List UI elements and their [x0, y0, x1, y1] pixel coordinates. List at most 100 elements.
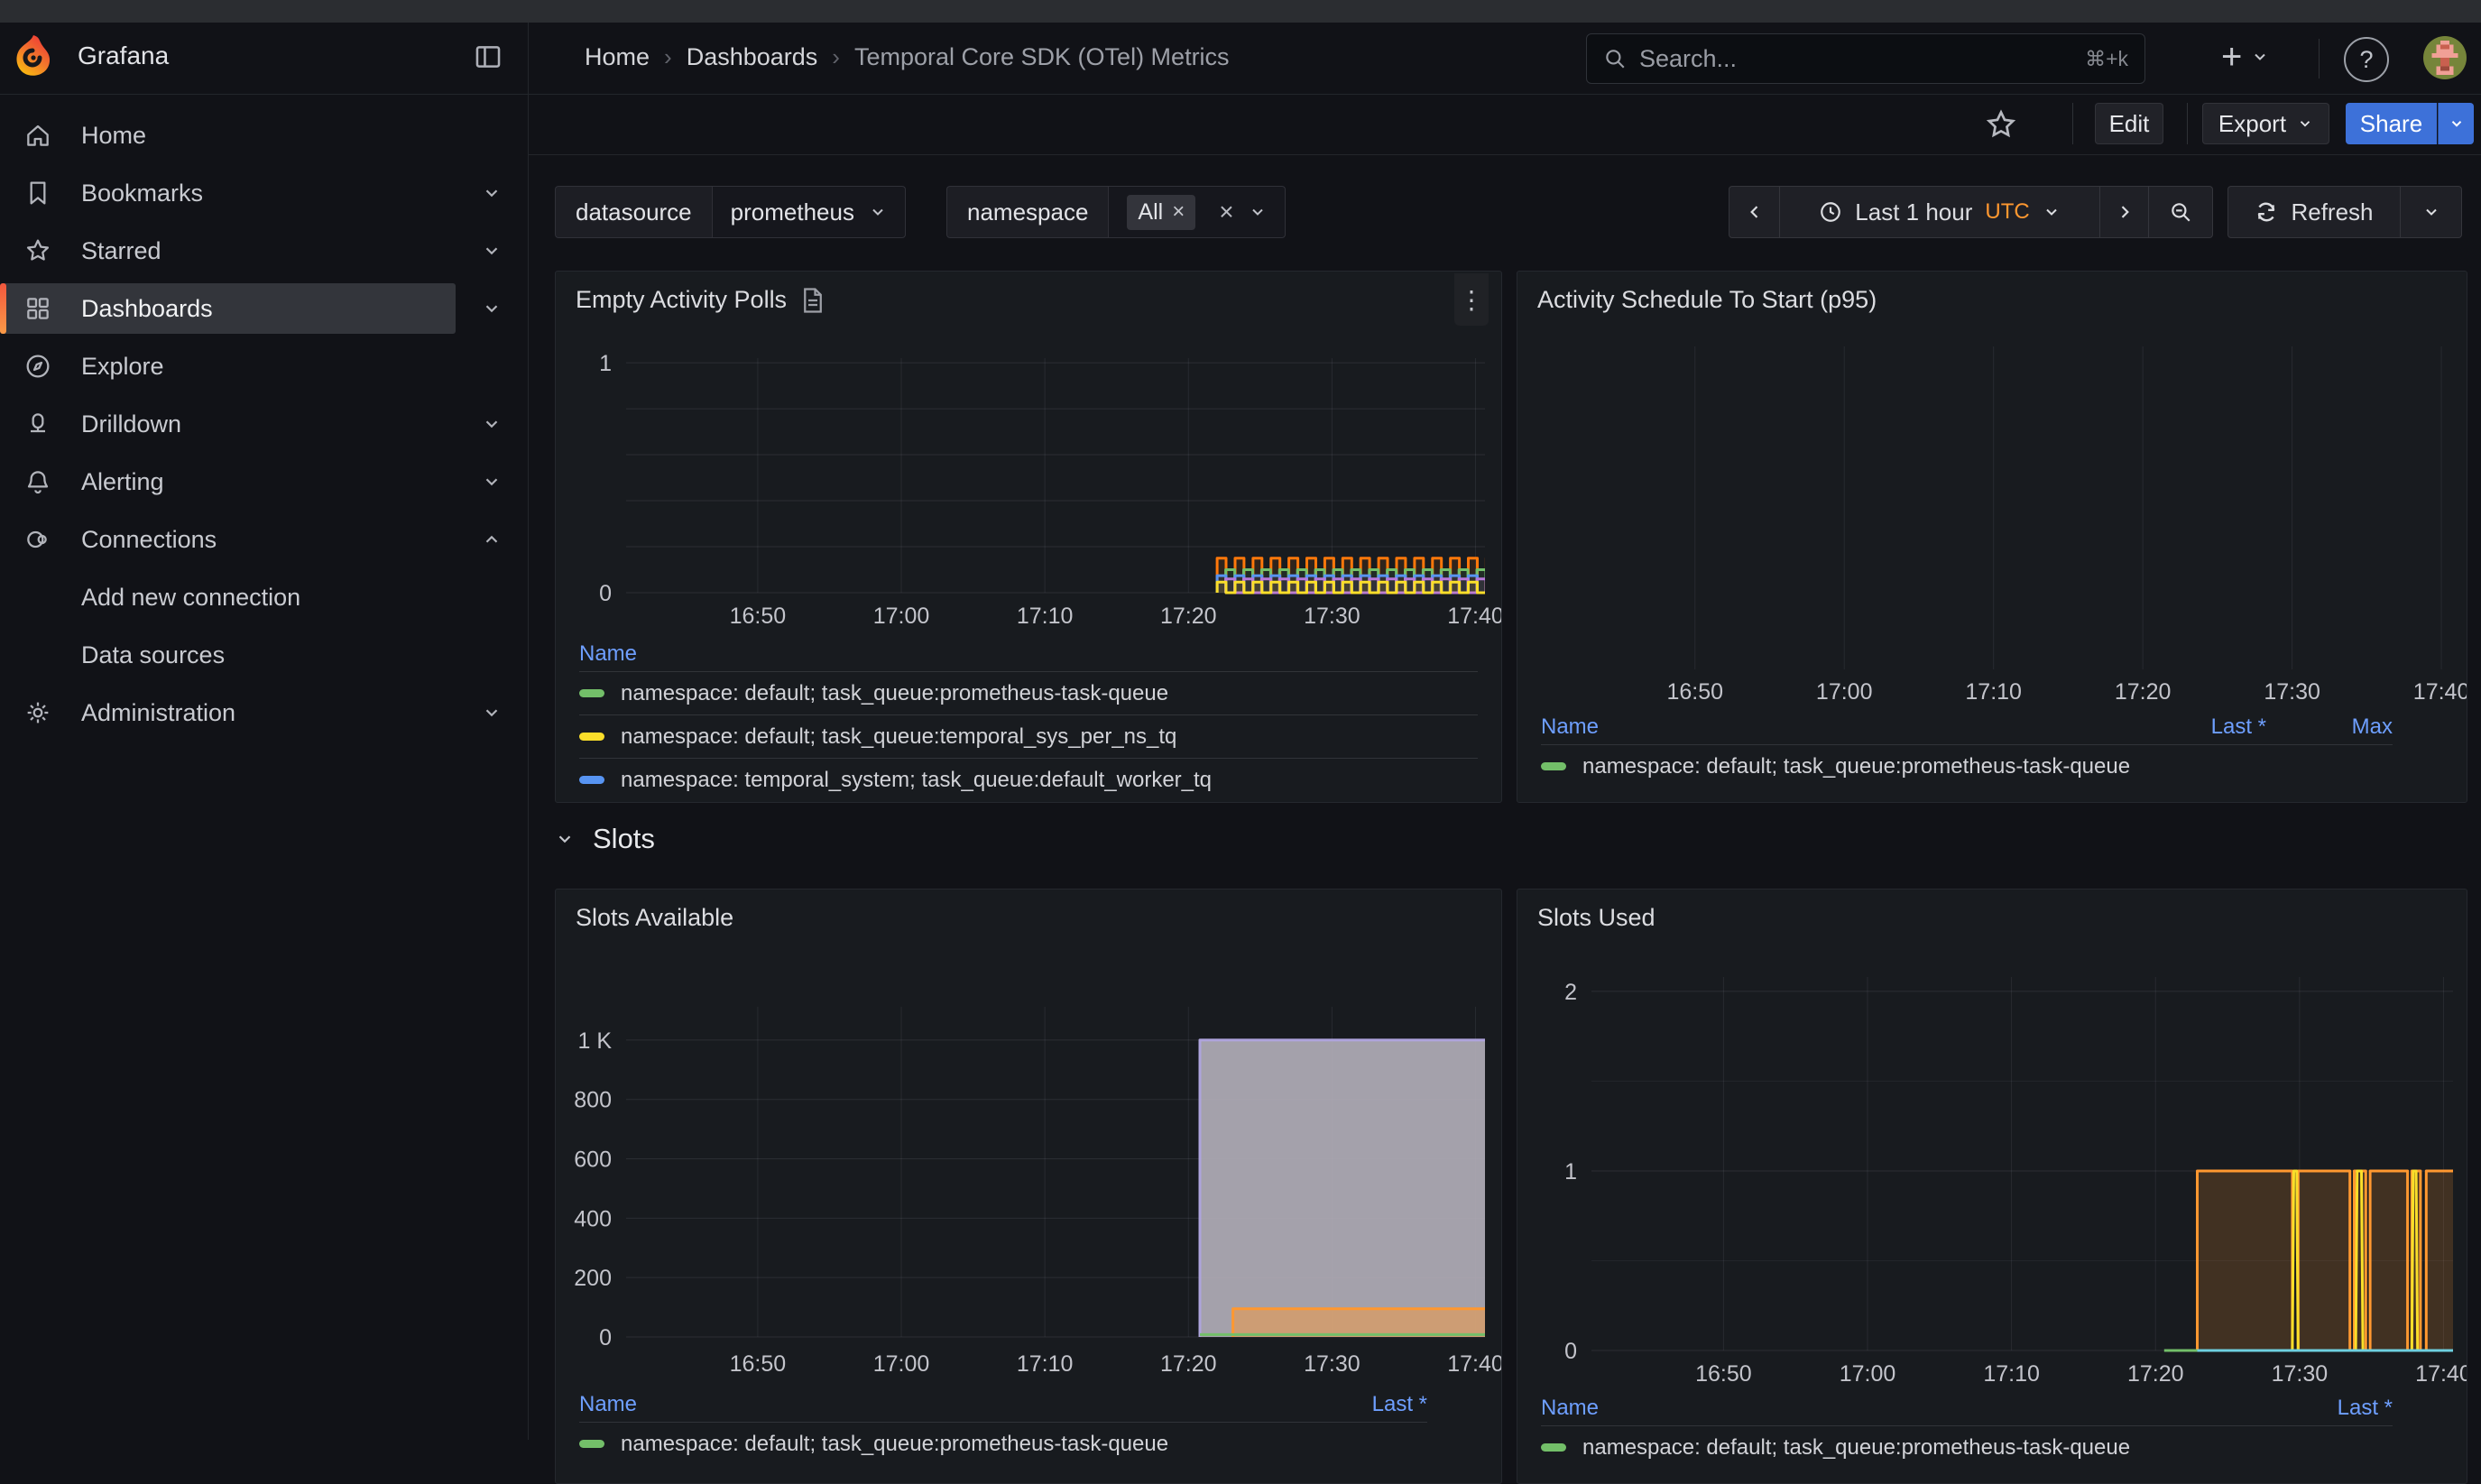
- svg-text:16:50: 16:50: [1695, 1361, 1752, 1386]
- chevron-down-icon[interactable]: [482, 299, 502, 318]
- panel-title[interactable]: Slots Used: [1537, 904, 1656, 932]
- sidebar-item-home[interactable]: Home: [0, 106, 528, 164]
- legend-row[interactable]: namespace: default; task_queue:prometheu…: [579, 1422, 1427, 1465]
- breadcrumb-separator: ›: [832, 43, 840, 71]
- timezone-label: UTC: [1985, 199, 2029, 225]
- timeseries-chart[interactable]: 16:5017:0017:1017:2017:3017:40: [1517, 272, 2467, 705]
- svg-text:0: 0: [599, 581, 612, 606]
- panel-empty-activity-polls: 1016:5017:0017:1017:2017:3017:40 Empty A…: [555, 271, 1502, 803]
- svg-text:200: 200: [574, 1266, 612, 1291]
- bell-icon: [23, 467, 52, 496]
- timeseries-chart[interactable]: 1 K800600400200016:5017:0017:1017:2017:3…: [556, 889, 1501, 1384]
- help-button[interactable]: ?: [2344, 37, 2389, 82]
- actions-separator: [2187, 103, 2188, 144]
- sidebar-item-alerting[interactable]: Alerting: [0, 453, 528, 511]
- series-name: namespace: default; task_queue:prometheu…: [621, 681, 1168, 706]
- new-button[interactable]: +: [2221, 39, 2269, 75]
- series-color-swatch[interactable]: [579, 733, 604, 741]
- chevron-down-icon[interactable]: [482, 183, 502, 203]
- chevron-down-icon[interactable]: [482, 472, 502, 492]
- namespace-chip-all[interactable]: All ×: [1127, 195, 1195, 230]
- chevron-down-icon[interactable]: [482, 703, 502, 723]
- sidebar-toggle-icon[interactable]: [473, 41, 503, 72]
- share-button[interactable]: Share: [2346, 103, 2437, 144]
- time-forward-button[interactable]: [2100, 186, 2149, 238]
- sidebar-item-connections[interactable]: Connections: [0, 511, 528, 568]
- series-color-swatch[interactable]: [579, 1440, 604, 1448]
- panel-title[interactable]: Empty Activity Polls: [576, 286, 825, 314]
- legend-header-last[interactable]: Last *: [2257, 1396, 2393, 1421]
- series-name: namespace: default; task_queue:prometheu…: [1582, 754, 2130, 779]
- sidebar-item-data-sources[interactable]: Data sources: [0, 626, 528, 684]
- series-color-swatch[interactable]: [579, 689, 604, 697]
- svg-text:1: 1: [599, 351, 612, 376]
- search-input[interactable]: Search... ⌘+k: [1586, 33, 2145, 84]
- export-button[interactable]: Export: [2202, 103, 2329, 144]
- star-dashboard-icon[interactable]: [1985, 108, 2017, 141]
- legend-row[interactable]: namespace: default; task_queue:prometheu…: [1541, 1425, 2393, 1469]
- chevron-down-icon[interactable]: [482, 414, 502, 434]
- zoom-out-button[interactable]: [2149, 186, 2213, 238]
- refresh-button[interactable]: Refresh: [2227, 186, 2401, 238]
- panel-title[interactable]: Slots Available: [576, 904, 733, 932]
- legend-header-name[interactable]: Name: [579, 641, 1478, 667]
- chart-legend: Name namespace: default; task_queue:prome…: [579, 637, 1478, 801]
- legend-header-max[interactable]: Max: [2266, 714, 2393, 740]
- variable-namespace-label: namespace: [947, 187, 1109, 237]
- variable-namespace-select[interactable]: All × ×: [1109, 187, 1284, 237]
- sidebar-item-add-new-connection[interactable]: Add new connection: [0, 568, 528, 626]
- sidebar-item-label: Drilldown: [81, 410, 181, 438]
- legend-header-name[interactable]: Name: [1541, 1396, 2257, 1421]
- legend-row[interactable]: namespace: default; task_queue:prometheu…: [579, 671, 1478, 714]
- series-color-swatch[interactable]: [1541, 1443, 1566, 1452]
- active-indicator: [0, 283, 6, 334]
- actions-divider: [529, 154, 2481, 155]
- legend-row[interactable]: namespace: default; task_queue:temporal_…: [579, 714, 1478, 758]
- panel-description-icon[interactable]: [801, 287, 825, 314]
- sidebar-item-administration[interactable]: Administration: [0, 684, 528, 742]
- brand-name: Grafana: [78, 41, 169, 70]
- timeseries-chart[interactable]: 1016:5017:0017:1017:2017:3017:40: [556, 272, 1501, 634]
- sidebar-item-dashboards[interactable]: Dashboards: [0, 280, 528, 337]
- svg-text:1 K: 1 K: [577, 1028, 612, 1054]
- sidebar-item-starred[interactable]: Starred: [0, 222, 528, 280]
- legend-row[interactable]: namespace: default; task_queue:prometheu…: [1541, 744, 2393, 788]
- sidebar-item-drilldown[interactable]: Drilldown: [0, 395, 528, 453]
- series-color-swatch[interactable]: [1541, 762, 1566, 770]
- svg-text:17:10: 17:10: [1965, 679, 2022, 705]
- svg-text:17:00: 17:00: [873, 1351, 930, 1377]
- svg-text:17:20: 17:20: [1160, 1351, 1217, 1377]
- time-back-button[interactable]: [1729, 186, 1780, 238]
- share-menu-button[interactable]: [2438, 103, 2474, 144]
- refresh-interval-button[interactable]: [2401, 186, 2462, 238]
- svg-text:400: 400: [574, 1206, 612, 1231]
- chip-close-icon[interactable]: ×: [1172, 199, 1185, 225]
- timeseries-chart[interactable]: 21016:5017:0017:1017:2017:3017:40: [1517, 889, 2467, 1386]
- refresh-label: Refresh: [2291, 198, 2373, 226]
- search-shortcut-badge: ⌘+k: [2085, 47, 2128, 71]
- panel-title[interactable]: Activity Schedule To Start (p95): [1537, 286, 1877, 314]
- legend-row[interactable]: namespace: temporal_system; task_queue:d…: [579, 758, 1478, 801]
- sidebar-item-bookmarks[interactable]: Bookmarks: [0, 164, 528, 222]
- svg-text:17:30: 17:30: [1304, 1351, 1360, 1377]
- variable-datasource-select[interactable]: prometheus: [713, 187, 905, 237]
- sidebar-item-label: Connections: [81, 526, 217, 554]
- chevron-down-icon: [2043, 203, 2061, 221]
- panel-menu-button[interactable]: ⋮: [1454, 273, 1489, 326]
- series-color-swatch[interactable]: [579, 776, 604, 784]
- time-range-picker[interactable]: Last 1 hour UTC: [1780, 186, 2100, 238]
- legend-header-name[interactable]: Name: [579, 1392, 1292, 1417]
- edit-button[interactable]: Edit: [2095, 103, 2163, 144]
- legend-header-last[interactable]: Last *: [2131, 714, 2266, 740]
- legend-header-name[interactable]: Name: [1541, 714, 2131, 740]
- legend-header-last[interactable]: Last *: [1292, 1392, 1427, 1417]
- breadcrumb-item[interactable]: Home: [585, 43, 650, 71]
- chevron-down-icon[interactable]: [482, 241, 502, 261]
- breadcrumb-item[interactable]: Dashboards: [687, 43, 818, 71]
- section-row-slots[interactable]: Slots: [555, 823, 655, 855]
- grafana-logo-icon[interactable]: [13, 34, 54, 78]
- clear-selection-icon[interactable]: ×: [1210, 198, 1233, 226]
- user-avatar[interactable]: [2423, 36, 2467, 79]
- chevron-up-icon[interactable]: [482, 530, 502, 549]
- sidebar-item-explore[interactable]: Explore: [0, 337, 528, 395]
